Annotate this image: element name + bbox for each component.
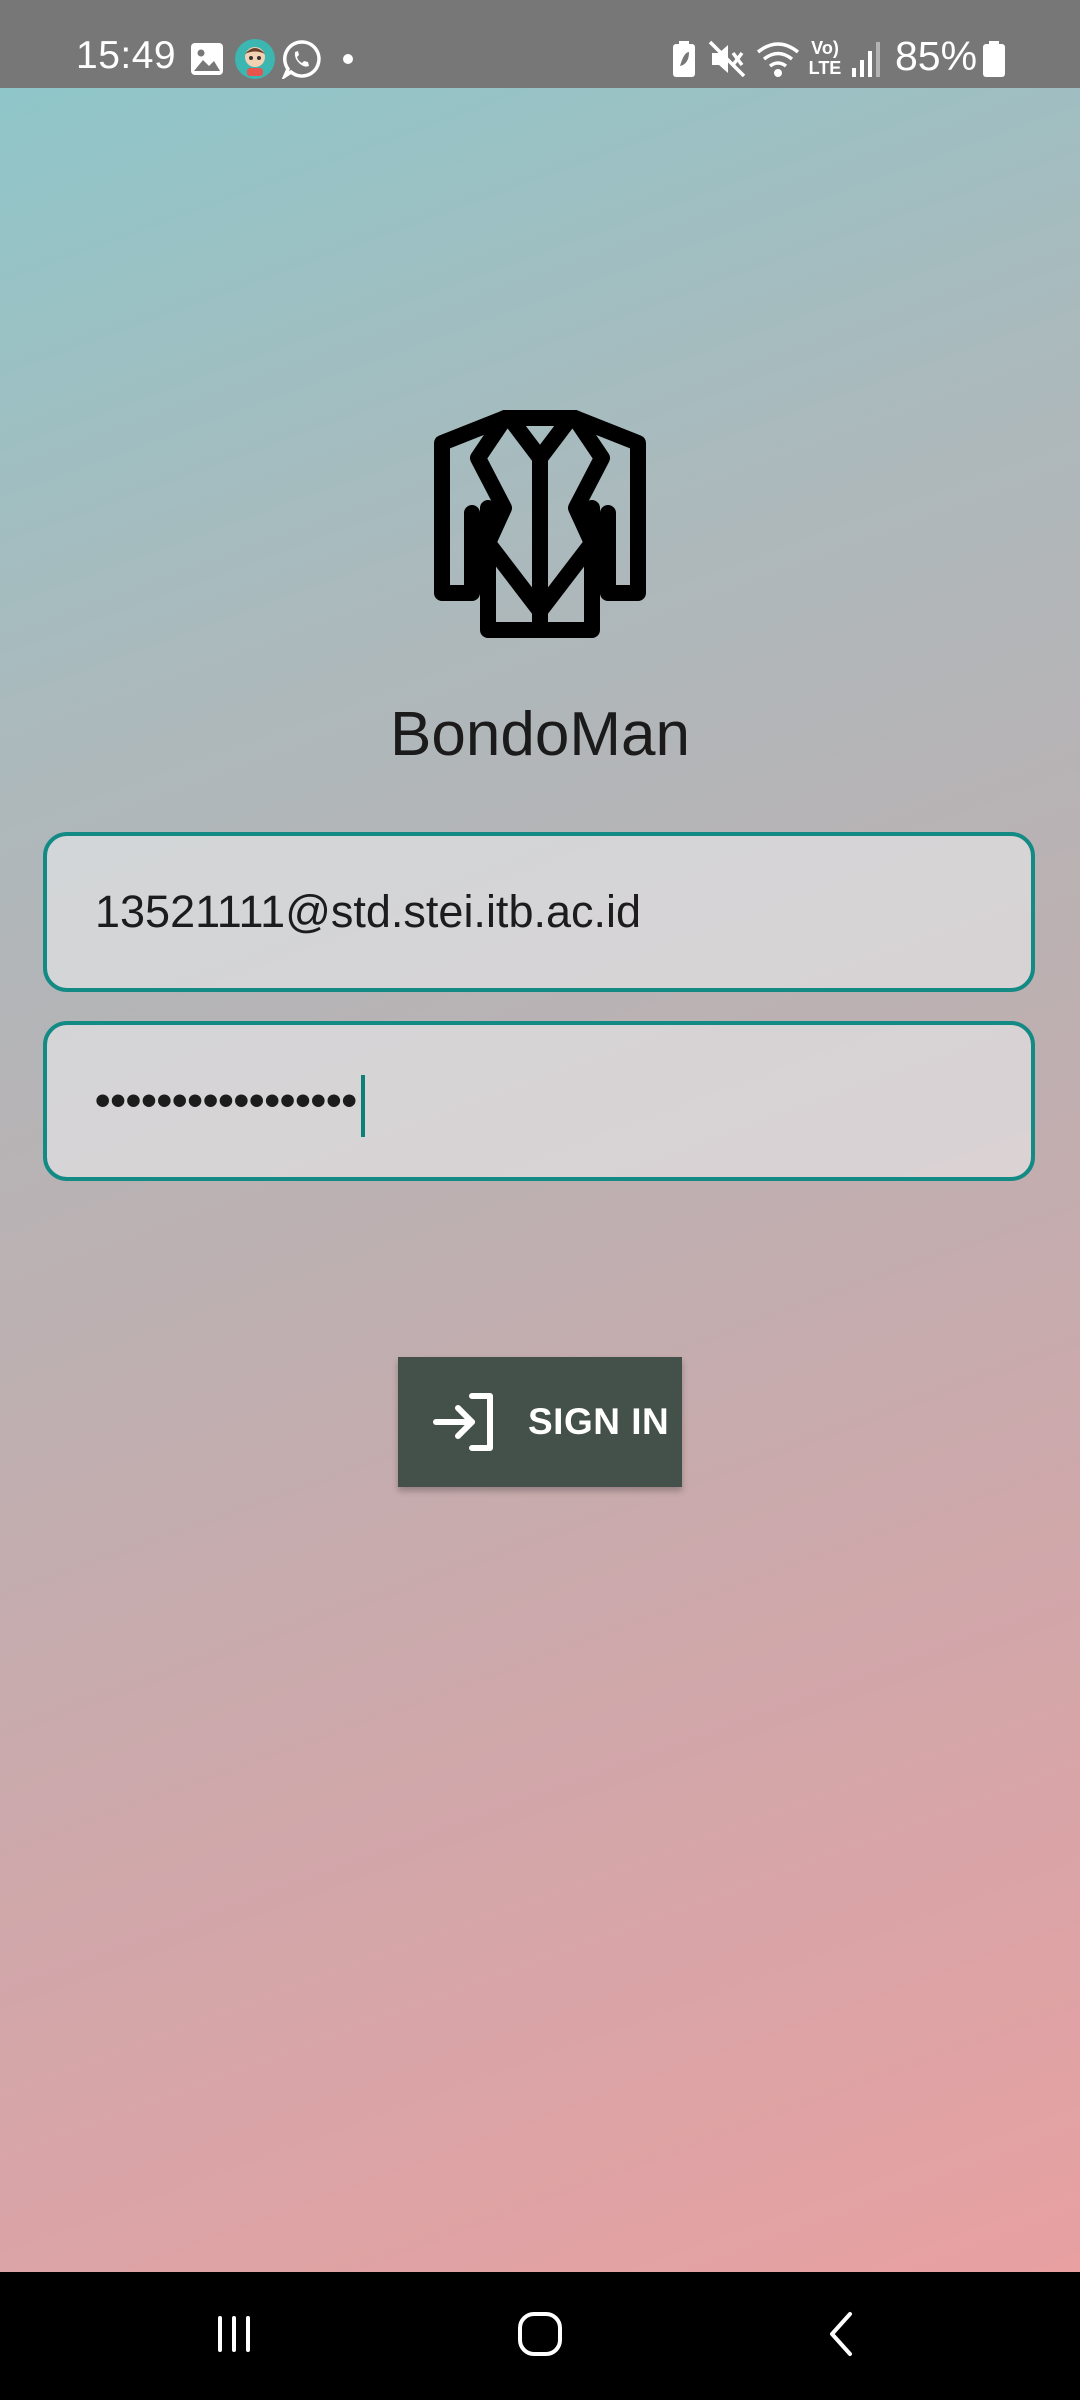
sign-in-label: SIGN IN (528, 1401, 670, 1442)
app-notification-icon (235, 39, 275, 79)
navigation-bar (0, 2272, 1080, 2400)
password-field[interactable]: ••••••••••••••••• (43, 1021, 1035, 1181)
sign-in-button[interactable]: SIGN IN (398, 1357, 682, 1487)
battery-percent: 85% (895, 33, 978, 79)
recent-apps-icon[interactable] (214, 2302, 258, 2366)
mute-icon (708, 40, 746, 78)
volte-line2: LTE (808, 58, 842, 78)
jacket-icon (434, 410, 646, 638)
app-title: BondoMan (390, 700, 690, 769)
signal-icon (852, 42, 880, 77)
dot-icon (343, 54, 353, 64)
volte-line1: Vo) (811, 38, 839, 58)
text-cursor (361, 1075, 365, 1137)
home-icon[interactable] (514, 2302, 566, 2366)
password-input-value: ••••••••••••••••• (95, 1076, 357, 1125)
volte-icon: Vo) LTE (805, 38, 845, 78)
gallery-icon (191, 43, 223, 75)
email-input-value: 13521111@std.stei.itb.ac.id (95, 886, 642, 937)
battery-saver-icon (673, 41, 695, 77)
login-screen: BondoMan 13521111@std.stei.itb.ac.id •••… (0, 88, 1080, 2272)
email-field[interactable]: 13521111@std.stei.itb.ac.id (43, 832, 1035, 992)
status-time: 15:49 (76, 34, 177, 77)
whatsapp-icon (282, 40, 321, 79)
status-bar: 15:49 Vo) LTE 85% (0, 0, 1080, 88)
login-icon (433, 1393, 493, 1451)
back-icon[interactable] (822, 2302, 862, 2366)
battery-icon (983, 41, 1005, 77)
wifi-icon (756, 42, 800, 77)
